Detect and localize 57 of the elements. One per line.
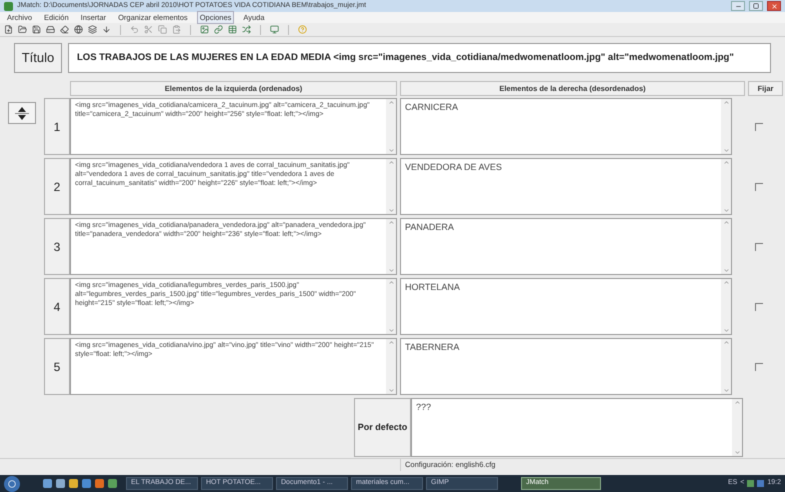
right-item-field[interactable]: CARNICERA xyxy=(400,98,732,155)
row-number: 4 xyxy=(44,278,70,335)
title-field[interactable]: LOS TRABAJOS DE LAS MUJERES EN LA EDAD MEDIA <img src="imagenes_vida_cotidiana/medwomenatloom.jpg" alt="medwomenatloom.jpg" xyxy=(68,43,771,73)
fix-checkbox[interactable] xyxy=(754,122,762,130)
maximize-icon xyxy=(753,3,759,9)
maximize-button[interactable] xyxy=(749,1,763,11)
fix-checkbox[interactable] xyxy=(754,362,762,370)
new-file-icon[interactable] xyxy=(4,25,13,34)
right-item-field[interactable]: PANADERA xyxy=(400,218,732,275)
fix-checkbox[interactable] xyxy=(754,242,762,250)
scrollbar-drawing xyxy=(386,99,396,154)
fix-checkbox[interactable] xyxy=(754,302,762,310)
default-button[interactable]: Por defecto xyxy=(354,398,411,457)
row-number: 2 xyxy=(44,158,70,215)
default-field[interactable]: ??? xyxy=(411,398,743,457)
down-arrow-icon[interactable] xyxy=(102,25,111,34)
right-item-field[interactable]: VENDEDORA DE AVES xyxy=(400,158,732,215)
scrollbar-drawing xyxy=(721,219,731,274)
right-item-field[interactable]: HORTELANA xyxy=(400,278,732,335)
reorder-button[interactable] xyxy=(8,102,36,124)
undo-icon[interactable] xyxy=(130,25,139,34)
scrollbar-drawing xyxy=(721,339,731,394)
scrollbar-drawing xyxy=(386,159,396,214)
globe-icon[interactable] xyxy=(74,25,83,34)
paste-icon[interactable] xyxy=(172,25,181,34)
folder-icon[interactable] xyxy=(18,25,27,34)
circle-icon xyxy=(8,480,16,488)
drive-icon[interactable] xyxy=(46,25,55,34)
app-icon xyxy=(4,2,13,10)
fix-checkbox[interactable] xyxy=(754,182,762,190)
row-number: 5 xyxy=(44,338,70,395)
scrollbar-drawing xyxy=(386,279,396,334)
table-icon[interactable] xyxy=(228,25,237,34)
row-number: 1 xyxy=(44,98,70,155)
scrollbar-drawing xyxy=(386,219,396,274)
row-number: 3 xyxy=(44,218,70,275)
layers-icon[interactable] xyxy=(88,25,97,34)
scrollbar-drawing xyxy=(721,99,731,154)
scrollbar-drawing xyxy=(386,339,396,394)
scrollbar-drawing xyxy=(721,279,731,334)
close-button[interactable] xyxy=(767,1,781,11)
scissors-icon[interactable] xyxy=(144,25,153,34)
link-icon[interactable] xyxy=(214,25,223,34)
save-icon[interactable] xyxy=(32,25,41,34)
eraser-icon[interactable] xyxy=(60,25,69,34)
right-item-field[interactable]: TABERNERA xyxy=(400,338,732,395)
scrollbar-drawing xyxy=(732,399,742,456)
close-icon xyxy=(770,2,778,10)
title-button[interactable]: Título xyxy=(14,43,62,73)
shuffle-icon[interactable] xyxy=(242,25,251,34)
monitor-icon[interactable] xyxy=(270,25,279,34)
image-icon[interactable] xyxy=(200,25,209,34)
minimize-button[interactable] xyxy=(731,1,745,11)
scrollbar-drawing xyxy=(721,159,731,214)
down-arrow-icon[interactable] xyxy=(18,114,26,120)
copy-icon[interactable] xyxy=(158,25,167,34)
start-button[interactable] xyxy=(4,476,20,492)
